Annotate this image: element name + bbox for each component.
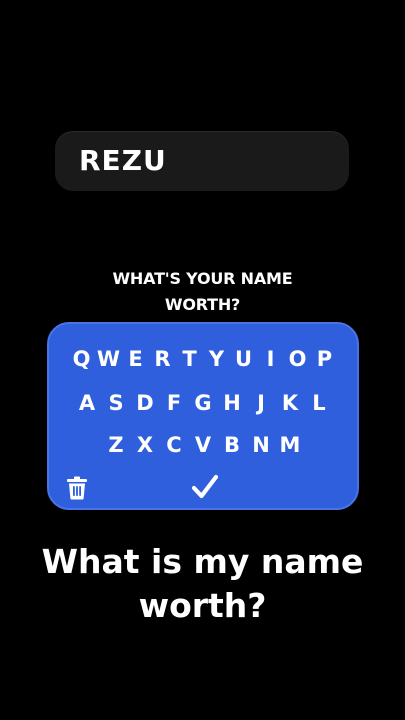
key-g[interactable]: G [189, 391, 218, 415]
caption-line-2: worth? [138, 586, 267, 625]
question-heading: WHAT'S YOUR NAME WORTH? [0, 266, 405, 318]
caption-text: What is my name worth? [0, 540, 405, 628]
key-f[interactable]: F [160, 391, 189, 415]
checkmark-icon[interactable] [191, 474, 219, 500]
key-t[interactable]: T [176, 347, 203, 371]
name-field[interactable]: REZU [55, 131, 349, 191]
key-x[interactable]: X [131, 433, 160, 457]
letter-keyboard: Q W E R T Y U I O P A S D F G H J K L Z … [47, 322, 359, 510]
key-s[interactable]: S [102, 391, 131, 415]
key-e[interactable]: E [122, 347, 149, 371]
keyboard-row-1: Q W E R T Y U I O P [49, 347, 357, 371]
key-i[interactable]: I [257, 347, 284, 371]
key-k[interactable]: K [276, 391, 305, 415]
keyboard-row-3: Z X C V B N M [49, 433, 357, 457]
trash-icon[interactable] [66, 476, 88, 500]
question-line-2: WORTH? [164, 295, 241, 314]
key-b[interactable]: B [218, 433, 247, 457]
key-m[interactable]: M [276, 433, 305, 457]
name-value: REZU [79, 144, 167, 177]
key-p[interactable]: P [311, 347, 338, 371]
key-y[interactable]: Y [203, 347, 230, 371]
key-q[interactable]: Q [68, 347, 95, 371]
key-l[interactable]: L [305, 391, 334, 415]
key-o[interactable]: O [284, 347, 311, 371]
keyboard-row-2: A S D F G H J K L [49, 391, 357, 415]
key-v[interactable]: V [189, 433, 218, 457]
key-z[interactable]: Z [102, 433, 131, 457]
key-a[interactable]: A [73, 391, 102, 415]
key-r[interactable]: R [149, 347, 176, 371]
key-d[interactable]: D [131, 391, 160, 415]
key-j[interactable]: J [247, 391, 276, 415]
question-line-1: WHAT'S YOUR NAME [112, 269, 293, 288]
key-w[interactable]: W [95, 347, 122, 371]
key-h[interactable]: H [218, 391, 247, 415]
key-n[interactable]: N [247, 433, 276, 457]
caption-line-1: What is my name [41, 542, 364, 581]
key-u[interactable]: U [230, 347, 257, 371]
key-c[interactable]: C [160, 433, 189, 457]
